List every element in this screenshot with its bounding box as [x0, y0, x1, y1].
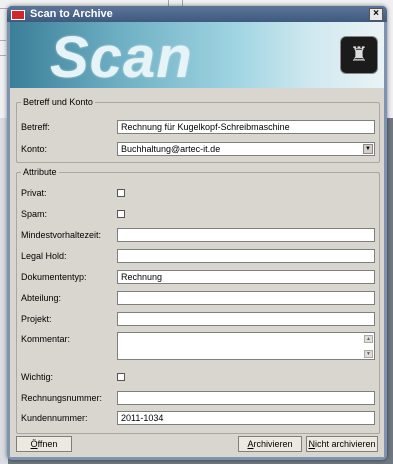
doctype-label: Dokumententyp: [21, 272, 87, 282]
project-label: Projekt: [21, 314, 52, 324]
group-title: Betreff und Konto [21, 97, 95, 107]
important-label: Wichtig: [21, 372, 54, 382]
dialog-title: Scan to Archive [30, 8, 113, 20]
no-archive-button[interactable]: Nicht archivieren [306, 436, 378, 452]
subject-label: Betreff: [21, 122, 50, 132]
private-checkbox[interactable] [117, 189, 125, 197]
invoice-number-input[interactable] [117, 391, 375, 405]
retention-label: Mindestvorhaltezeit: [21, 230, 102, 240]
archive-button[interactable]: Archivieren [238, 436, 302, 452]
legal-hold-label: Legal Hold: [21, 251, 67, 261]
scanner-logo-icon: ♜ [340, 36, 378, 74]
archive-label: rchivieren [253, 439, 293, 449]
background-line [0, 40, 6, 41]
legal-hold-input[interactable] [117, 249, 375, 263]
open-accelerator: Ö [30, 439, 38, 449]
subject-account-group: Betreff und Konto Betreff: Rechnung für … [16, 97, 380, 163]
app-icon [11, 10, 25, 20]
project-input[interactable] [117, 312, 375, 326]
department-label: Abteilung: [21, 293, 62, 303]
scroll-down-icon[interactable]: ▼ [364, 350, 373, 358]
chevron-down-icon[interactable]: ▼ [363, 144, 373, 154]
comment-textarea[interactable]: ▲ ▼ [117, 332, 375, 360]
account-select[interactable]: Buchhaltung@artec-it.de ▼ [117, 142, 375, 156]
title-bar[interactable]: Scan to Archive × [7, 6, 387, 22]
retention-input[interactable] [117, 228, 375, 242]
private-label: Privat: [21, 188, 47, 198]
close-button[interactable]: × [369, 8, 383, 21]
scan-to-archive-dialog: Scan to Archive × Scan ♜ Betreff und Kon… [7, 6, 387, 460]
comment-label: Kommentar: [21, 334, 71, 344]
scan-banner: Scan ♜ [10, 22, 384, 88]
important-checkbox[interactable] [117, 373, 125, 381]
banner-text: Scan [50, 25, 193, 88]
open-button[interactable]: Öffnen [16, 436, 72, 452]
open-label: ffnen [37, 439, 58, 449]
spam-checkbox[interactable] [117, 210, 125, 218]
spam-label: Spam: [21, 209, 48, 219]
dialog-client-area: Scan ♜ Betreff und Konto Betreff: Rechnu… [10, 22, 384, 457]
background-line [0, 55, 6, 56]
scroll-up-icon[interactable]: ▲ [364, 335, 373, 343]
subject-input[interactable]: Rechnung für Kugelkopf-Schreibmaschine [117, 120, 375, 134]
customer-number-input[interactable]: 2011-1034 [117, 411, 375, 425]
invoice-number-label: Rechnungsnummer: [21, 393, 103, 403]
doctype-input[interactable]: Rechnung [117, 270, 375, 284]
no-archive-label: icht archivieren [314, 439, 376, 449]
account-label: Konto: [21, 144, 48, 154]
department-input[interactable] [117, 291, 375, 305]
attributes-group: Attribute Privat: Spam: Mindestvorhaltez… [16, 167, 380, 434]
customer-number-label: Kundennummer: [21, 413, 88, 423]
account-value: Buchhaltung@artec-it.de [121, 144, 221, 154]
group-title: Attribute [21, 167, 59, 177]
